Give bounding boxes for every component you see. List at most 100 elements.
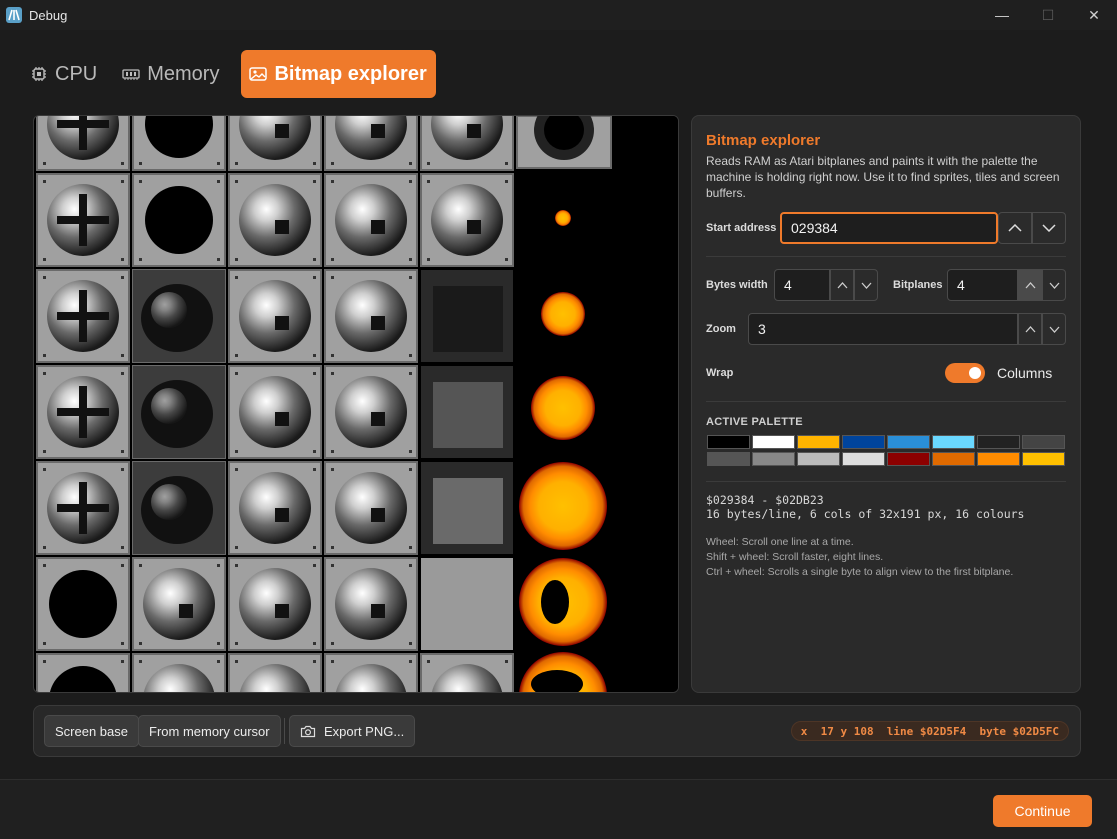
palette-swatch — [842, 435, 885, 449]
title-bar: Debug — ☐ ✕ — [0, 0, 1117, 30]
bitmap-pixel-art — [235, 258, 238, 261]
bitmap-pixel-art — [313, 450, 316, 453]
bitmap-pixel-art — [235, 372, 238, 375]
bitplanes-label: Bitplanes — [893, 279, 943, 291]
bitmap-pixel-art — [331, 642, 334, 645]
bitmap-pixel-art — [275, 412, 289, 426]
bitmap-pixel-art — [139, 642, 142, 645]
bitmap-pixel-art — [235, 564, 238, 567]
continue-button[interactable]: Continue — [993, 795, 1092, 827]
dialog-footer: Continue — [0, 779, 1117, 839]
bitmap-pixel-art — [371, 412, 385, 426]
tab-bitmap-explorer-label: Bitmap explorer — [274, 62, 427, 85]
bitplanes-input[interactable]: 4 — [947, 269, 1018, 301]
bitmap-pixel-art — [121, 162, 124, 165]
wrap-toggle-label: Columns — [997, 365, 1053, 381]
tab-cpu[interactable]: CPU — [27, 50, 107, 98]
window-title: Debug — [29, 7, 68, 23]
bitmap-pixel-art — [235, 450, 238, 453]
tab-bar: CPU Memory Bitmap explorer — [27, 50, 448, 98]
bitmap-pixel-art — [121, 180, 124, 183]
bitmap-pixel-art — [409, 372, 412, 375]
maximize-button[interactable]: ☐ — [1025, 0, 1071, 30]
bitmap-pixel-art — [505, 660, 508, 663]
zoom-down-button[interactable] — [1042, 313, 1066, 345]
bitmap-pixel-art — [235, 276, 238, 279]
bitmap-pixel-art — [121, 468, 124, 471]
bitmap-pixel-art — [331, 276, 334, 279]
minimize-button[interactable]: — — [979, 0, 1025, 30]
bitmap-pixel-art — [43, 258, 46, 261]
bitmap-pixel-art — [433, 286, 503, 352]
bitmap-pixel-art — [371, 508, 385, 522]
bitplanes-up-button[interactable] — [1018, 269, 1042, 301]
bitmap-pixel-art — [79, 386, 87, 438]
address-down-button[interactable] — [1032, 212, 1066, 244]
bitmap-view[interactable] — [33, 115, 679, 693]
bitplanes-down-button[interactable] — [1042, 269, 1066, 301]
bottom-toolbar: Screen base From memory cursor Export PN… — [33, 705, 1081, 757]
bytes-width-up-button[interactable] — [830, 269, 854, 301]
bitmap-pixel-art — [43, 180, 46, 183]
bitmap-pixel-art — [151, 484, 187, 520]
bitmap-pixel-art — [409, 258, 412, 261]
bitmap-pixel-art — [121, 372, 124, 375]
screen-base-button[interactable]: Screen base — [44, 715, 139, 747]
app-icon — [6, 7, 22, 23]
bitmap-pixel-art — [121, 564, 124, 567]
bitmap-pixel-art — [541, 580, 569, 624]
bitmap-pixel-art — [313, 372, 316, 375]
bitmap-pixel-art — [313, 354, 316, 357]
close-button[interactable]: ✕ — [1071, 0, 1117, 30]
bitmap-pixel-art — [331, 450, 334, 453]
bitmap-pixel-art — [121, 450, 124, 453]
bitmap-pixel-art — [145, 186, 213, 254]
bitmap-pixel-art — [313, 660, 316, 663]
start-address-input[interactable]: 029384 — [780, 212, 998, 244]
bitmap-pixel-art — [313, 258, 316, 261]
palette-swatch — [932, 435, 975, 449]
bitmap-pixel-art — [313, 276, 316, 279]
palette-swatch — [932, 452, 975, 466]
tab-memory-label: Memory — [147, 62, 220, 85]
tab-bitmap-explorer[interactable]: Bitmap explorer — [241, 50, 436, 98]
bitmap-pixel-art — [139, 564, 142, 567]
wrap-columns-toggle[interactable] — [945, 363, 985, 383]
bitmap-canvas[interactable] — [35, 116, 679, 692]
bitmap-pixel-art — [121, 258, 124, 261]
bitmap-pixel-art — [409, 546, 412, 549]
address-up-button[interactable] — [998, 212, 1032, 244]
bitmap-pixel-art — [43, 468, 46, 471]
cpu-icon — [30, 65, 48, 83]
bitmap-pixel-art — [409, 354, 412, 357]
zoom-up-button[interactable] — [1018, 313, 1042, 345]
bitmap-pixel-art — [371, 316, 385, 330]
bitmap-pixel-art — [139, 660, 142, 663]
bitmap-pixel-art — [121, 276, 124, 279]
bitmap-pixel-art — [275, 220, 289, 234]
bitmap-pixel-art — [275, 604, 289, 618]
bitmap-pixel-art — [531, 376, 595, 440]
bitmap-pixel-art — [217, 642, 220, 645]
zoom-input[interactable]: 3 — [748, 313, 1018, 345]
bitmap-pixel-art — [235, 660, 238, 663]
bitmap-pixel-art — [79, 116, 87, 150]
bytes-width-input[interactable]: 4 — [774, 269, 830, 301]
palette-swatch — [752, 452, 795, 466]
tab-memory[interactable]: Memory — [119, 50, 229, 98]
help-line: Shift + wheel: Scroll faster, eight line… — [706, 551, 884, 563]
export-png-button[interactable]: Export PNG... — [289, 715, 416, 747]
bitmap-pixel-art — [555, 210, 571, 226]
zoom-label: Zoom — [706, 323, 736, 335]
bitmap-pixel-art — [409, 564, 412, 567]
bitmap-pixel-art — [79, 194, 87, 246]
bytes-width-down-button[interactable] — [854, 269, 878, 301]
cursor-status: x 17 y 108 line $02D5F4 byte $02D5FC — [790, 721, 1069, 741]
bitmap-pixel-art — [235, 162, 238, 165]
panel-title: Bitmap explorer — [706, 132, 821, 149]
bitmap-pixel-art — [331, 162, 334, 165]
palette-swatch — [887, 435, 930, 449]
palette-title: ACTIVE PALETTE — [706, 416, 803, 428]
bitmap-pixel-art — [275, 124, 289, 138]
from-memory-cursor-button[interactable]: From memory cursor — [138, 715, 281, 747]
